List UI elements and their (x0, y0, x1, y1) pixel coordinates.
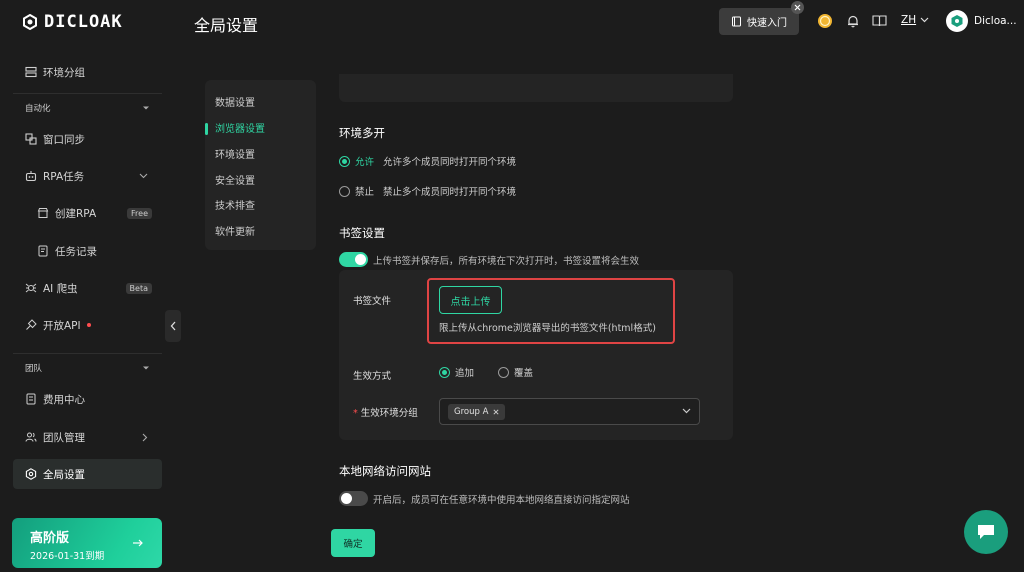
settings-nav-troubleshoot[interactable]: 技术排查 (215, 197, 255, 212)
tag-close-icon[interactable] (493, 409, 499, 415)
chat-bubble-icon (976, 523, 996, 541)
page-title: 全局设置 (194, 16, 259, 35)
sidebar-item-billing-center[interactable]: 费用中心 (13, 384, 162, 414)
users-icon (25, 431, 37, 443)
mode-overwrite-option[interactable]: 覆盖 (498, 365, 533, 379)
local-network-toggle-desc: 开启后，成员可在任意环境中使用本地网络直接访问指定网站 (373, 495, 630, 506)
logo[interactable]: DICLOAK (22, 12, 123, 32)
chevron-down-icon (682, 408, 691, 414)
confirm-button[interactable]: 确定 (331, 529, 375, 557)
document-icon (37, 245, 49, 257)
plug-icon (25, 319, 37, 331)
spider-icon (25, 282, 37, 294)
window-sync-icon (25, 133, 37, 145)
active-indicator (205, 123, 208, 135)
receipt-icon (25, 393, 37, 405)
local-network-title: 本地网络访问网站 (339, 464, 431, 478)
chevron-right-icon (142, 433, 148, 442)
sidebar-item-window-sync[interactable]: 窗口同步 (13, 124, 162, 154)
sidebar-divider (13, 353, 162, 354)
arrow-right-icon (132, 538, 144, 548)
sidebar-item-open-api[interactable]: 开放API (13, 310, 162, 340)
user-menu[interactable]: Dicloa... (946, 10, 1017, 32)
free-badge: Free (127, 207, 152, 219)
sidebar: DICLOAK 环境分组 自动化 窗口同步 RPA任务 创建RPA Free 任… (0, 0, 176, 572)
book-icon (731, 16, 742, 27)
bell-icon[interactable] (846, 14, 860, 28)
beta-badge: Beta (125, 282, 152, 294)
chat-support-button[interactable] (964, 510, 1008, 554)
team-section-header[interactable]: 团队 (25, 362, 150, 374)
notification-dot (86, 323, 91, 327)
group-tag: Group A (448, 404, 506, 420)
plan-title: 高阶版 (30, 531, 70, 546)
settings-nav: 数据设置 浏览器设置 环境设置 安全设置 技术排查 软件更新 (205, 80, 316, 250)
local-network-toggle[interactable] (339, 491, 368, 506)
username: Dicloa... (974, 15, 1017, 27)
sidebar-item-rpa-tasks[interactable]: RPA任务 (13, 161, 162, 191)
settings-nav-security[interactable]: 安全设置 (215, 172, 255, 187)
logo-text: DICLOAK (44, 12, 123, 32)
chevron-down-icon (920, 17, 929, 23)
previous-section-card (339, 74, 733, 102)
store-icon (37, 207, 49, 219)
group-select[interactable]: Group A (439, 398, 700, 425)
sidebar-item-create-rpa[interactable]: 创建RPA Free (13, 198, 162, 228)
coin-icon[interactable] (817, 13, 833, 29)
sidebar-divider (13, 93, 162, 94)
radio-selected[interactable] (439, 366, 450, 378)
chevron-left-icon (170, 321, 176, 331)
robot-icon (25, 170, 37, 182)
mode-append-option[interactable]: 追加 (439, 365, 474, 379)
dicloak-logo-icon (22, 14, 38, 30)
sidebar-item-global-settings[interactable]: 全局设置 (13, 459, 162, 489)
upload-button[interactable]: 点击上传 (439, 286, 502, 314)
radio-selected[interactable] (339, 155, 350, 167)
multi-open-deny-option[interactable]: 禁止 禁止多个成员同时打开同个环境 (339, 184, 516, 198)
chevron-down-icon (139, 173, 148, 179)
caret-down-icon (142, 105, 150, 111)
sidebar-item-ai-crawler[interactable]: AI 爬虫 Beta (13, 273, 162, 303)
bookmark-file-label: 书签文件 (353, 296, 392, 307)
sidebar-item-team-management[interactable]: 团队管理 (13, 422, 162, 452)
upload-hint: 限上传从chrome浏览器导出的书签文件(html格式) (439, 323, 656, 334)
settings-nav-data[interactable]: 数据设置 (215, 94, 255, 109)
language-selector[interactable]: ZH (901, 14, 929, 26)
open-book-icon[interactable] (872, 14, 887, 28)
automation-section-header[interactable]: 自动化 (25, 102, 150, 114)
list-icon (25, 66, 37, 78)
bookmarks-toggle[interactable] (339, 252, 368, 267)
bookmarks-toggle-desc: 上传书签并保存后，所有环境在下次打开时，书签设置将会生效 (373, 256, 640, 267)
avatar (946, 10, 968, 32)
settings-nav-update[interactable]: 软件更新 (215, 223, 255, 238)
settings-hexagon-icon (25, 468, 37, 480)
group-label: * 生效环境分组 (353, 408, 418, 419)
settings-nav-environment[interactable]: 环境设置 (215, 146, 255, 161)
plan-expiry: 2026-01-31到期 (30, 551, 105, 562)
radio-unselected[interactable] (339, 185, 350, 197)
quick-start-close-button[interactable] (791, 1, 804, 14)
radio-unselected[interactable] (498, 366, 509, 378)
sidebar-item-task-records[interactable]: 任务记录 (13, 236, 162, 266)
multi-open-title: 环境多开 (339, 126, 385, 140)
multi-open-allow-option[interactable]: 允许 允许多个成员同时打开同个环境 (339, 154, 516, 168)
mode-label: 生效方式 (353, 371, 392, 382)
sidebar-collapse-button[interactable] (165, 310, 181, 342)
quick-start-button[interactable]: 快速入门 (719, 8, 799, 35)
sidebar-item-env-group[interactable]: 环境分组 (13, 57, 162, 87)
close-icon (794, 4, 801, 11)
plan-card[interactable]: 高阶版 2026-01-31到期 (12, 518, 162, 568)
settings-nav-browser[interactable]: 浏览器设置 (215, 120, 265, 135)
bookmarks-title: 书签设置 (339, 226, 385, 240)
caret-down-icon (142, 365, 150, 371)
